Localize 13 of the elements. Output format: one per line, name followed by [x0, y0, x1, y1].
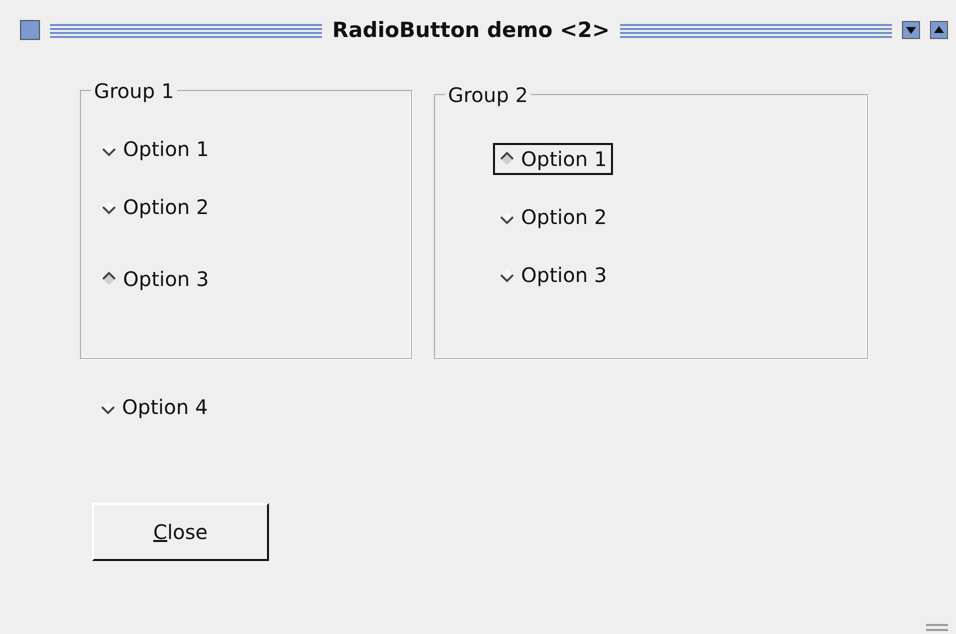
minimize-icon[interactable]	[902, 21, 920, 39]
radio-option[interactable]: Option 1	[95, 133, 215, 165]
radio-option[interactable]: Option 3	[95, 263, 215, 295]
window-menu-icon[interactable]	[20, 20, 40, 40]
radio-option[interactable]: Option 3	[493, 259, 613, 291]
radio-option[interactable]: Option 4	[94, 391, 214, 423]
maximize-icon[interactable]	[930, 21, 948, 39]
close-button[interactable]: Close	[92, 503, 269, 561]
window-title: RadioButton demo <2>	[332, 18, 610, 42]
radio-option[interactable]: Option 2	[493, 201, 613, 233]
radio-option[interactable]: Option 2	[95, 191, 215, 223]
radio-option[interactable]: Option 1	[493, 143, 613, 175]
resize-grip-icon[interactable]	[926, 624, 948, 632]
